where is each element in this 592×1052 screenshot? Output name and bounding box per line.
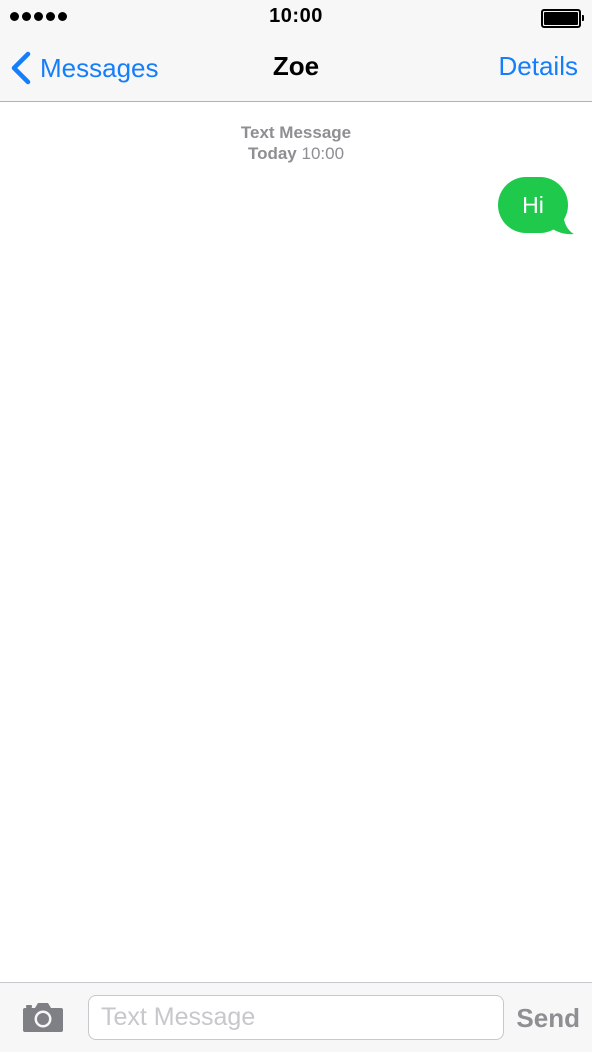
thread-type-label: Text Message [240,123,352,142]
message-text-input[interactable] [88,995,504,1040]
thread-timestamp: Text Message Today 10:00 [0,122,592,164]
battery-full-icon [541,9,584,28]
thread-day-label: Today [247,144,297,163]
details-button[interactable]: Details [499,51,578,82]
message-input-bar: Send [0,982,592,1052]
status-time: 10:00 [269,5,323,27]
messages-screen: 10:00 Messages Zoe Details Text Message … [0,0,592,1052]
navigation-bar: Messages Zoe Details [0,36,592,102]
outgoing-message-bubble[interactable]: Hi [498,177,568,233]
send-button[interactable]: Send [516,1003,580,1034]
camera-icon[interactable] [22,1001,64,1033]
status-bar: 10:00 [0,0,592,36]
message-text: Hi [522,191,544,218]
thread-time-label: 10:00 [301,144,345,163]
